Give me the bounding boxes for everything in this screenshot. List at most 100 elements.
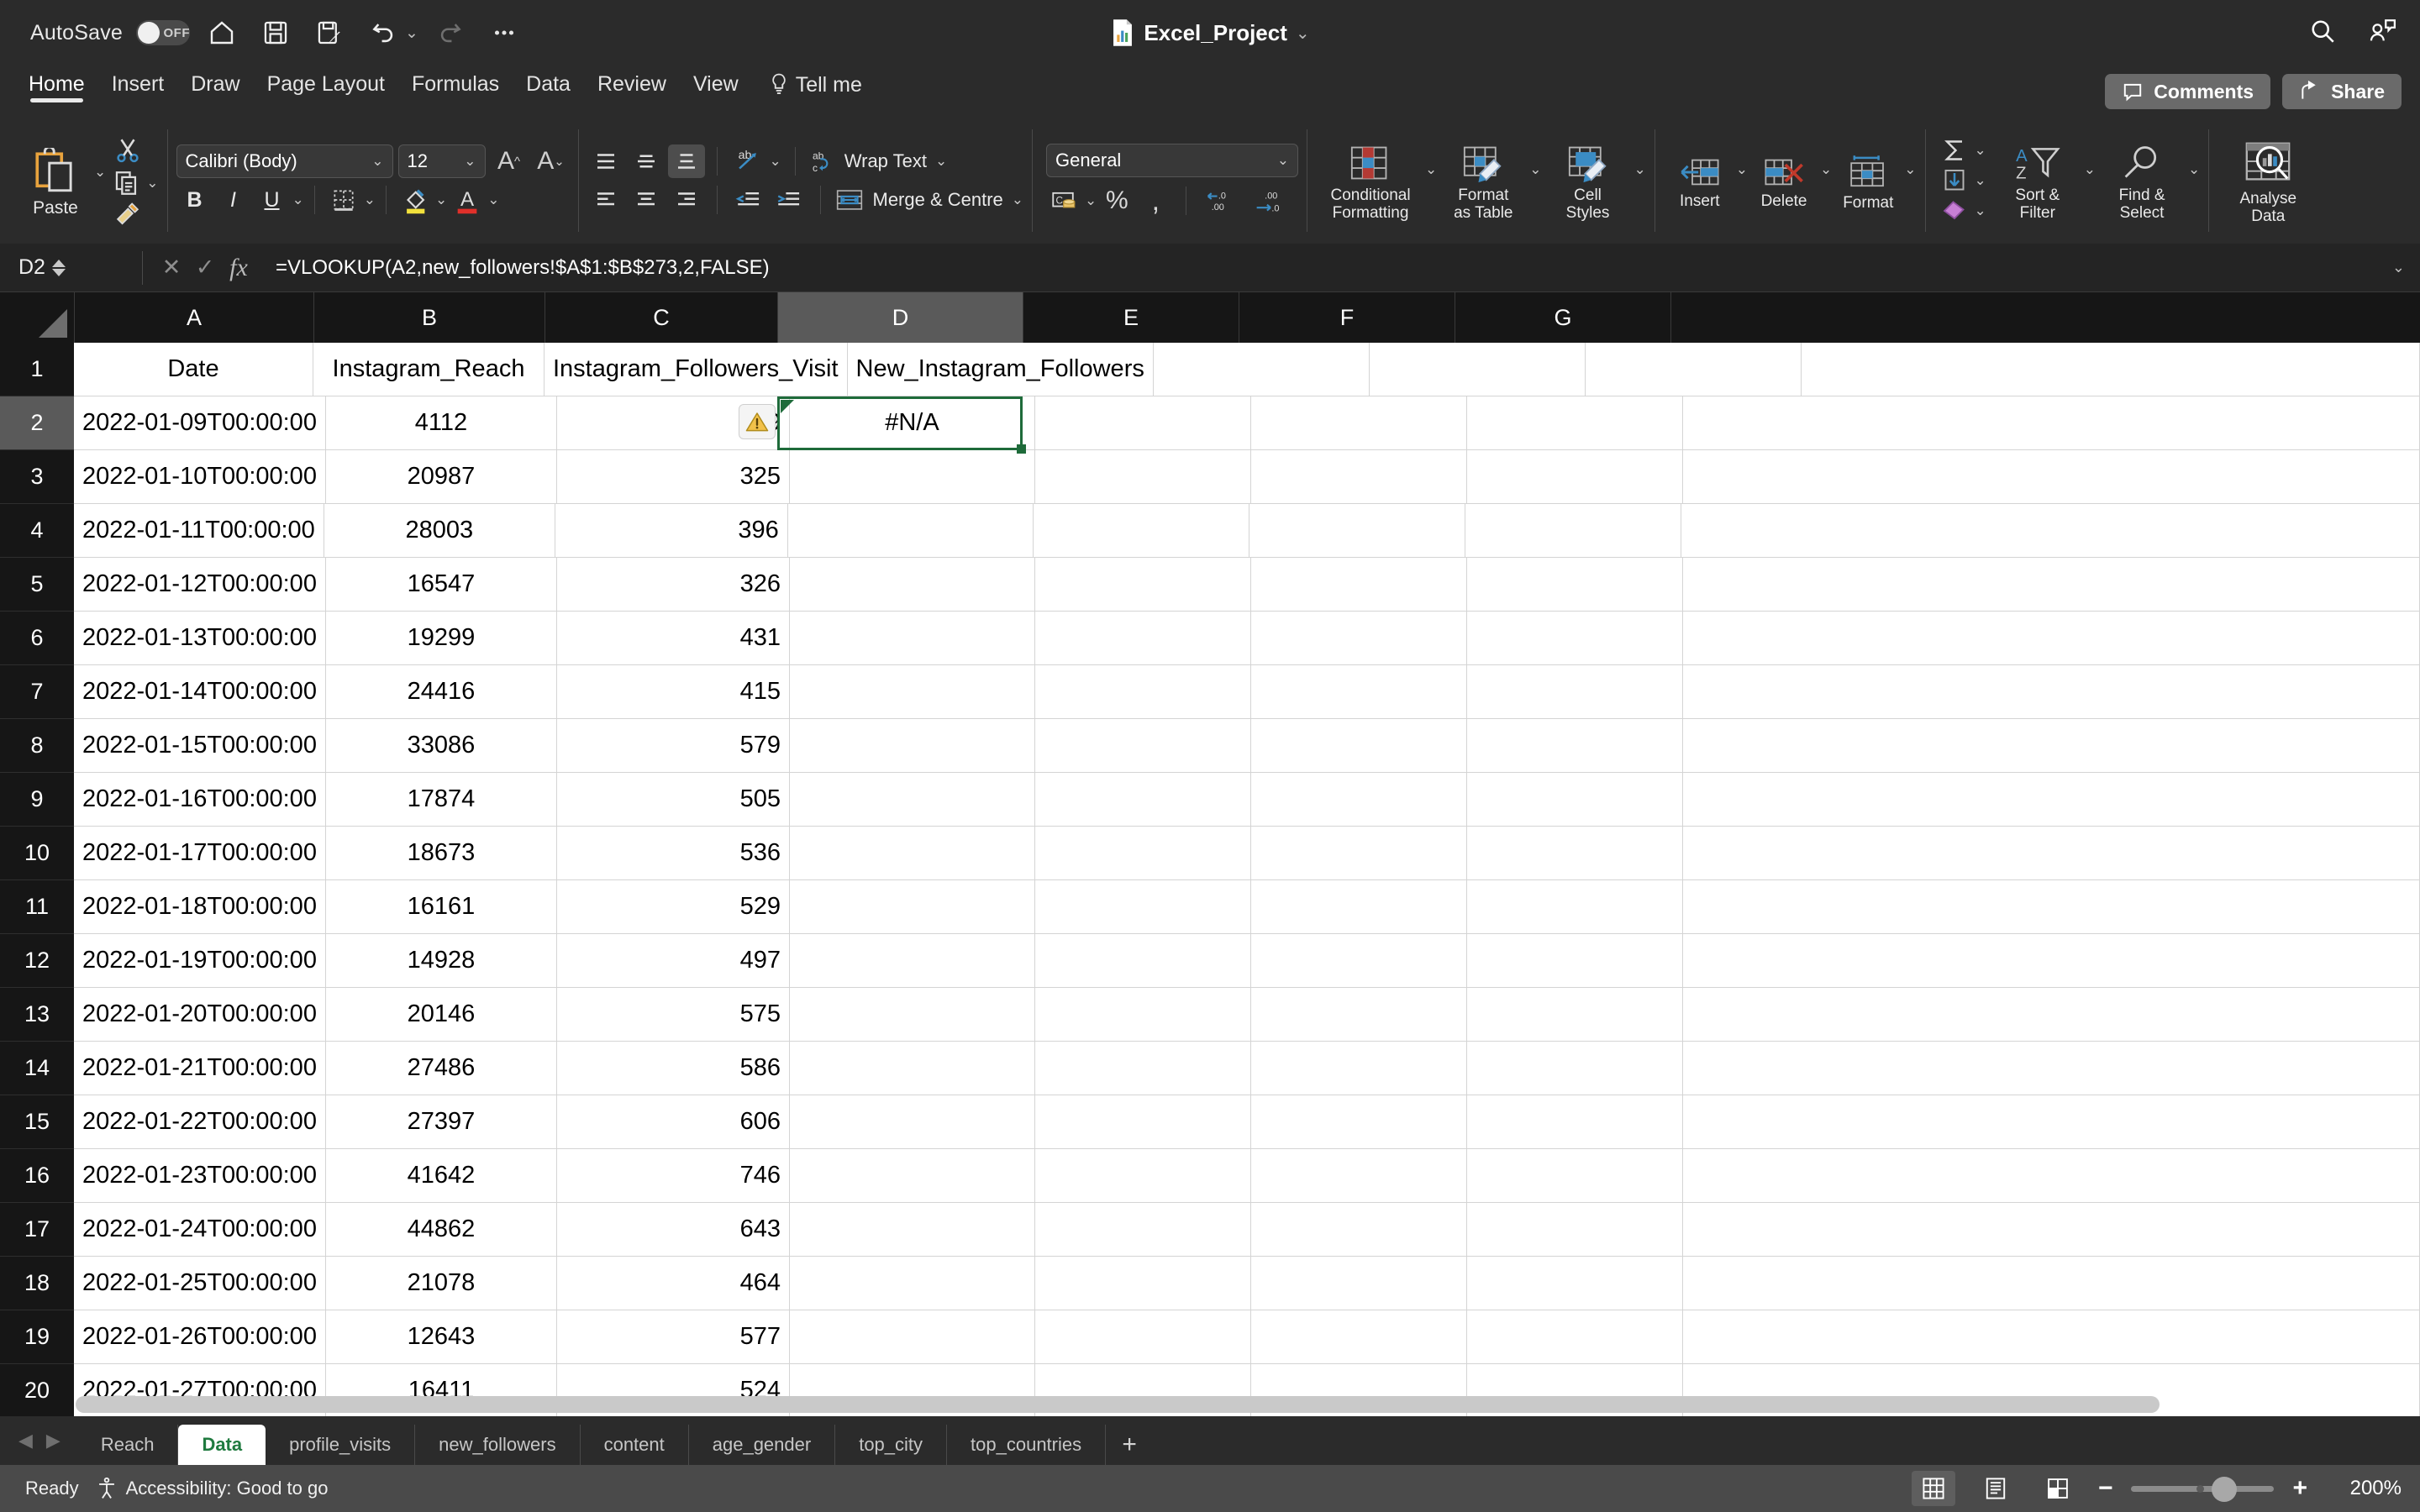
row-header-12[interactable]: 12 xyxy=(0,934,74,988)
spreadsheet-grid[interactable]: A B C D E F G 1 Date Instagram_Reach Instag… xyxy=(0,292,2420,1416)
cell-D1[interactable]: New_Instagram_Followers xyxy=(847,343,1154,396)
page-break-view-icon[interactable] xyxy=(2036,1471,2080,1506)
row-header-7[interactable]: 7 xyxy=(0,665,74,719)
row-header-14[interactable]: 14 xyxy=(0,1042,74,1095)
search-icon[interactable] xyxy=(2307,16,2338,50)
cell-G19[interactable] xyxy=(1466,1310,1683,1364)
cell-B5[interactable]: 16547 xyxy=(325,558,557,612)
cell-E17[interactable] xyxy=(1034,1203,1251,1257)
cell-F1[interactable] xyxy=(1369,343,1586,396)
home-icon[interactable] xyxy=(200,11,244,55)
row-header-10[interactable]: 10 xyxy=(0,827,74,880)
cell-G15[interactable] xyxy=(1466,1095,1683,1149)
autosum-chevron-down-icon[interactable]: ⌄ xyxy=(1975,142,1986,159)
save-as-icon[interactable] xyxy=(308,11,351,55)
align-left-button[interactable] xyxy=(587,183,624,217)
sheet-tab-top-countries[interactable]: top_countries xyxy=(947,1425,1107,1465)
column-header-e[interactable]: E xyxy=(1023,292,1239,343)
horizontal-scrollbar[interactable] xyxy=(76,1396,2160,1413)
cell-D10[interactable] xyxy=(789,827,1035,880)
cell-styles-button[interactable]: Cell Styles xyxy=(1542,139,1634,222)
clear-icon[interactable] xyxy=(1939,198,1970,223)
column-header-a[interactable]: A xyxy=(74,292,313,343)
comma-style-button[interactable]: , xyxy=(1137,184,1174,218)
cell-E11[interactable] xyxy=(1034,880,1251,934)
cell-A10[interactable]: 2022-01-17T00:00:00 xyxy=(74,827,326,880)
expand-formula-bar-icon[interactable]: ⌄ xyxy=(2392,259,2405,276)
cell-G11[interactable] xyxy=(1466,880,1683,934)
cell-B6[interactable]: 19299 xyxy=(325,612,557,665)
tab-draw[interactable]: Draw xyxy=(177,66,253,97)
underline-button[interactable]: U xyxy=(254,183,291,217)
cell-D14[interactable] xyxy=(789,1042,1035,1095)
percent-style-button[interactable]: % xyxy=(1098,184,1135,218)
cell-F18[interactable] xyxy=(1250,1257,1467,1310)
undo-chevron-down-icon[interactable]: ⌄ xyxy=(405,24,418,43)
zoom-out-button[interactable]: − xyxy=(2098,1474,2113,1503)
merge-centre-button[interactable]: Merge & Centre ⌄ xyxy=(834,187,1023,213)
copy-chevron-down-icon[interactable]: ⌄ xyxy=(146,175,158,192)
previous-sheet-icon[interactable]: ◀ xyxy=(18,1430,33,1452)
cell-B14[interactable]: 27486 xyxy=(325,1042,557,1095)
more-icon[interactable] xyxy=(482,11,526,55)
accounting-chevron-down-icon[interactable]: ⌄ xyxy=(1085,192,1097,209)
select-all-corner[interactable] xyxy=(0,292,74,343)
cell-A9[interactable]: 2022-01-16T00:00:00 xyxy=(74,773,326,827)
fill-color-button[interactable] xyxy=(397,183,434,217)
wrap-text-chevron-down-icon[interactable]: ⌄ xyxy=(935,153,947,170)
cell-C5[interactable]: 326 xyxy=(556,558,790,612)
zoom-in-button[interactable]: + xyxy=(2292,1474,2307,1503)
cell-E19[interactable] xyxy=(1034,1310,1251,1364)
cell-G7[interactable] xyxy=(1466,665,1683,719)
cell-A13[interactable]: 2022-01-20T00:00:00 xyxy=(74,988,326,1042)
row-header-13[interactable]: 13 xyxy=(0,988,74,1042)
cell-D17[interactable] xyxy=(789,1203,1035,1257)
cell-A1[interactable]: Date xyxy=(74,343,313,396)
cell-C10[interactable]: 536 xyxy=(556,827,790,880)
format-cells-button[interactable]: Format xyxy=(1832,150,1904,212)
column-header-b[interactable]: B xyxy=(313,292,544,343)
sheet-tab-data[interactable]: Data xyxy=(178,1425,266,1465)
autosave-toggle[interactable]: OFF xyxy=(136,20,191,45)
insert-cells-button[interactable]: Insert xyxy=(1664,152,1736,210)
cell-A14[interactable]: 2022-01-21T00:00:00 xyxy=(74,1042,326,1095)
row-header-1[interactable]: 1 xyxy=(0,343,74,396)
orientation-chevron-down-icon[interactable]: ⌄ xyxy=(770,153,781,170)
fx-icon[interactable]: fx xyxy=(222,254,255,282)
increase-decimal-button[interactable]: .0 .00 xyxy=(1198,184,1245,218)
cell-B11[interactable]: 16161 xyxy=(325,880,557,934)
cell-styles-chevron-down-icon[interactable]: ⌄ xyxy=(1634,161,1646,178)
cell-D2[interactable]: #N/A xyxy=(789,396,1035,450)
name-box-spinner[interactable] xyxy=(51,259,66,276)
autosum-icon[interactable] xyxy=(1939,138,1970,163)
cell-C4[interactable]: 396 xyxy=(555,504,788,558)
cell-E3[interactable] xyxy=(1034,450,1251,504)
cell-E18[interactable] xyxy=(1034,1257,1251,1310)
cell-B4[interactable]: 28003 xyxy=(324,504,555,558)
cell-F14[interactable] xyxy=(1250,1042,1467,1095)
sheet-tab-top-city[interactable]: top_city xyxy=(835,1425,948,1465)
row-header-2[interactable]: 2 xyxy=(0,396,74,450)
cell-C15[interactable]: 606 xyxy=(556,1095,790,1149)
cell-E2[interactable] xyxy=(1034,396,1251,450)
cell-D16[interactable] xyxy=(789,1149,1035,1203)
cell-F6[interactable] xyxy=(1250,612,1467,665)
row-header-8[interactable]: 8 xyxy=(0,719,74,773)
cell-B17[interactable]: 44862 xyxy=(325,1203,557,1257)
cell-D6[interactable] xyxy=(789,612,1035,665)
cell-G14[interactable] xyxy=(1466,1042,1683,1095)
cell-E9[interactable] xyxy=(1034,773,1251,827)
font-size-select[interactable]: 12 ⌄ xyxy=(397,144,486,178)
sheet-tab-new-followers[interactable]: new_followers xyxy=(415,1425,581,1465)
cell-D7[interactable] xyxy=(789,665,1035,719)
cancel-icon[interactable]: ✕ xyxy=(155,255,188,281)
increase-indent-button[interactable] xyxy=(770,183,807,217)
cell-E16[interactable] xyxy=(1034,1149,1251,1203)
cell-E1[interactable] xyxy=(1153,343,1370,396)
cell-F3[interactable] xyxy=(1250,450,1467,504)
cell-C18[interactable]: 464 xyxy=(556,1257,790,1310)
align-right-button[interactable] xyxy=(668,183,705,217)
cell-G5[interactable] xyxy=(1466,558,1683,612)
cell-G12[interactable] xyxy=(1466,934,1683,988)
column-header-f[interactable]: F xyxy=(1239,292,1455,343)
